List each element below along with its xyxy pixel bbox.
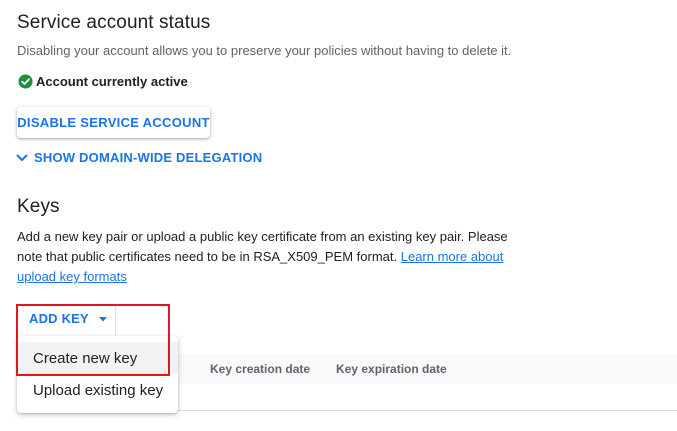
column-key-expiration-date[interactable]: Key expiration date xyxy=(336,362,447,376)
learn-more-link[interactable]: Learn more about xyxy=(401,249,504,264)
add-key-label: ADD KEY xyxy=(29,311,89,326)
column-key-creation-date[interactable]: Key creation date xyxy=(210,362,310,376)
chevron-down-icon xyxy=(16,154,28,161)
add-key-menu: Create new key Upload existing key xyxy=(17,336,178,413)
menu-item-upload-existing-key[interactable]: Upload existing key xyxy=(17,374,178,406)
keys-table-header: Key creation date Key expiration date xyxy=(170,354,677,384)
keys-description-line3: upload key formats xyxy=(17,267,537,287)
disable-service-account-button[interactable]: DISABLE SERVICE ACCOUNT xyxy=(17,107,210,138)
dropdown-arrow-icon xyxy=(98,316,107,321)
upload-key-formats-link[interactable]: upload key formats xyxy=(17,269,127,284)
show-domain-wide-delegation-button[interactable]: SHOW DOMAIN-WIDE DELEGATION xyxy=(15,150,262,165)
service-account-status-description: Disabling your account allows you to pre… xyxy=(17,43,512,58)
keys-description-line2: note that public certificates need to be… xyxy=(17,247,537,267)
disable-service-account-label: DISABLE SERVICE ACCOUNT xyxy=(17,115,210,130)
keys-title: Keys xyxy=(17,196,60,217)
show-domain-wide-delegation-label: SHOW DOMAIN-WIDE DELEGATION xyxy=(34,150,263,165)
menu-item-upload-existing-key-label: Upload existing key xyxy=(33,381,164,399)
add-key-divider xyxy=(115,304,116,336)
keys-description-line1: Add a new key pair or upload a public ke… xyxy=(17,229,508,244)
add-key-button[interactable]: ADD KEY xyxy=(29,311,109,326)
check-circle-icon xyxy=(18,74,33,89)
account-status-text: Account currently active xyxy=(36,74,188,89)
table-divider xyxy=(170,410,677,411)
keys-description: Add a new key pair or upload a public ke… xyxy=(17,227,537,287)
service-account-status-title: Service account status xyxy=(17,12,211,33)
menu-item-create-new-key[interactable]: Create new key xyxy=(17,342,178,374)
menu-item-create-new-key-label: Create new key xyxy=(33,349,138,367)
account-status: Account currently active xyxy=(18,74,188,89)
keys-description-line2-text: note that public certificates need to be… xyxy=(17,249,398,264)
